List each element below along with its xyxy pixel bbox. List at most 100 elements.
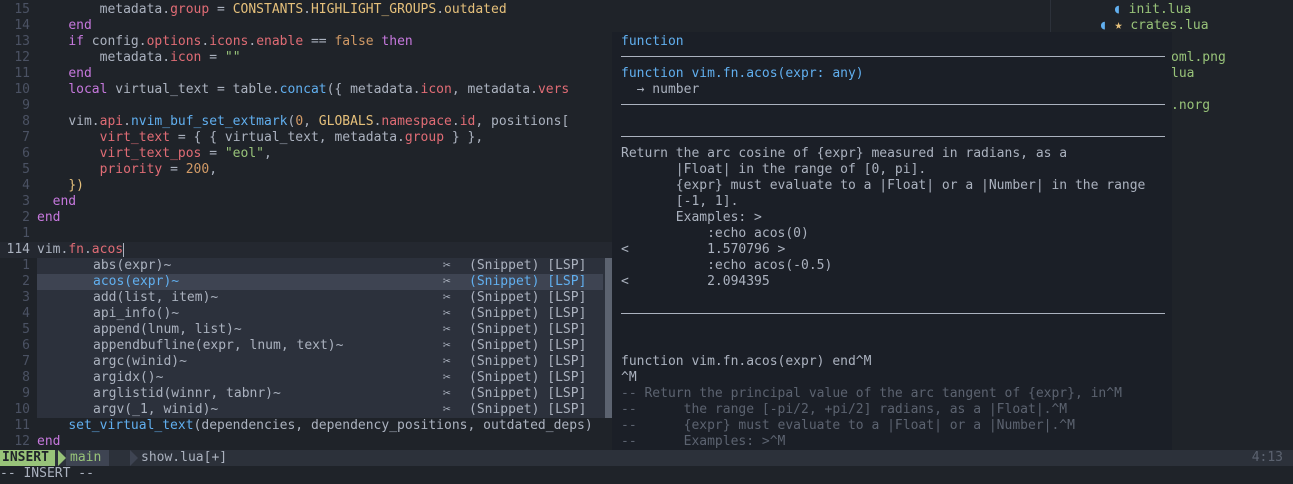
file-tree-label: .norg: [1171, 98, 1211, 113]
completion-item[interactable]: acos(expr)~ ✂ (Snippet) [LSP]: [37, 274, 603, 290]
code-token: (dependencies, dependency_positions, out…: [193, 418, 593, 433]
doc-source-line: -- Examples: >^M: [621, 434, 786, 449]
code-token: config.: [83, 34, 147, 49]
code-token: vim.: [68, 114, 100, 129]
file-tree-label: crates.lua: [1130, 18, 1209, 33]
documentation-popup: function function vim.fn.acos(expr: any)…: [612, 32, 1172, 450]
doc-divider: [621, 104, 1165, 105]
code-token: id: [459, 114, 476, 129]
code-text: virt_text_pos = "eol",: [37, 146, 272, 162]
completion-item[interactable]: api_info()~ ✂ (Snippet) [LSP]: [37, 306, 603, 322]
code-token: 0: [295, 114, 304, 129]
completion-item[interactable]: appendbufline(expr, lnum, text)~ ✂ (Snippe…: [37, 338, 603, 354]
code-token: api: [99, 114, 124, 129]
code-token: set_virtual_text: [68, 418, 194, 433]
snippet-icon: ✂: [443, 354, 451, 369]
file-tree-item[interactable]: oml.png: [1171, 50, 1226, 66]
code-text: vim.fn.acos: [37, 242, 125, 258]
doc-divider: [621, 56, 1165, 57]
code-token: if: [68, 34, 84, 49]
file-tree-item[interactable]: ◖ init.lua: [1113, 2, 1191, 18]
code-text: end: [37, 18, 91, 34]
code-token: .: [162, 2, 171, 17]
snippet-icon: ✂: [443, 402, 451, 417]
snippet-icon: ✂: [443, 370, 451, 385]
line-number: 1: [22, 226, 30, 241]
code-token: group: [404, 130, 445, 145]
code-text: end: [37, 434, 60, 450]
code-token: .: [162, 50, 171, 65]
code-token: namespace: [381, 114, 452, 129]
code-token: virtual_text = table.: [107, 82, 280, 97]
doc-divider: [621, 136, 1165, 137]
completion-item[interactable]: arglistid(winnr, tabnr)~ ✂ (Snippet) [LSP]: [37, 386, 603, 402]
line-number: 11: [14, 66, 30, 81]
completion-label: arglistid(winnr, tabnr)~: [93, 386, 281, 401]
code-token: priority: [99, 162, 163, 177]
code-token: ,: [209, 162, 218, 177]
line-number: 6: [22, 338, 30, 353]
completion-label: append(lnum, list)~: [93, 322, 242, 337]
completion-kind: (Snippet) [LSP]: [469, 370, 587, 385]
code-token: .: [303, 2, 311, 17]
code-token: .: [123, 114, 131, 129]
snippet-icon: ✂: [443, 322, 451, 337]
mode-indicator: INSERT: [0, 450, 55, 466]
doc-source-line: ^M: [621, 370, 637, 385]
star-icon: ★: [1114, 18, 1131, 33]
completion-item[interactable]: argc(winid)~ ✂ (Snippet) [LSP]: [37, 354, 603, 370]
line-number: 4: [22, 306, 30, 321]
mode-separator: [58, 450, 66, 466]
text-cursor: [123, 242, 125, 257]
completion-kind: (Snippet) [LSP]: [469, 386, 587, 401]
completion-kind: (Snippet) [LSP]: [469, 322, 587, 337]
code-token: metadata: [99, 50, 163, 65]
code-token: virt_text: [99, 130, 171, 145]
code-text: set_virtual_text(dependencies, dependenc…: [37, 418, 593, 434]
doc-body-line: [-1, 1].: [621, 194, 739, 209]
file-tree-item[interactable]: .norg: [1171, 98, 1210, 114]
completion-item[interactable]: argv(_1, winid)~ ✂ (Snippet) [LSP]: [37, 402, 603, 418]
completion-item[interactable]: argidx()~ ✂ (Snippet) [LSP]: [37, 370, 603, 386]
code-token: options: [146, 34, 202, 49]
lua-icon: ◖: [1113, 2, 1129, 17]
doc-header: function: [621, 34, 684, 49]
code-token: .: [451, 114, 460, 129]
snippet-icon: ✂: [443, 274, 451, 289]
completion-item[interactable]: append(lnum, list)~ ✂ (Snippet) [LSP]: [37, 322, 603, 338]
completion-item[interactable]: add(list, item)~ ✂ (Snippet) [LSP]: [37, 290, 603, 306]
file-tree-item[interactable]: lua: [1171, 66, 1194, 82]
code-line[interactable]: 15 metadata.group = CONSTANTS.HIGHLIGHT_…: [0, 2, 1050, 18]
completion-item[interactable]: abs(expr)~ ✂ (Snippet) [LSP]: [37, 258, 603, 274]
code-token: "eol": [224, 146, 264, 161]
code-text: metadata.group = CONSTANTS.HIGHLIGHT_GRO…: [37, 2, 507, 18]
line-number: 7: [22, 354, 30, 369]
code-token: vim.: [37, 242, 69, 257]
code-token: =: [209, 2, 233, 17]
completion-kind: (Snippet) [LSP]: [469, 354, 587, 369]
code-token: =: [201, 50, 225, 65]
code-token: }): [68, 178, 84, 193]
branch-separator: [130, 450, 138, 466]
code-token: outdated: [444, 2, 507, 17]
snippet-icon: ✂: [443, 338, 451, 353]
cursor-position: 4:13: [1251, 450, 1283, 465]
doc-source-line: -- the range [-pi/2, +pi/2] radians, as …: [621, 402, 1068, 417]
completion-menu[interactable]: argv(_1, winid)~ ✂ (Snippet) [LSP] arglisti…: [37, 258, 612, 418]
completion-scrollbar-thumb[interactable]: [605, 258, 612, 418]
code-token: icon: [170, 50, 202, 65]
command-line[interactable]: -- INSERT --: [0, 466, 1293, 484]
line-number: 7: [22, 130, 30, 145]
completion-label: add(list, item)~: [93, 290, 219, 305]
doc-body-line: :echo acos(-0.5): [621, 258, 833, 273]
line-number: 2: [22, 274, 30, 289]
code-token: fn: [68, 242, 84, 257]
code-text: end: [37, 210, 60, 226]
file-tree-label: init.lua: [1128, 2, 1192, 17]
